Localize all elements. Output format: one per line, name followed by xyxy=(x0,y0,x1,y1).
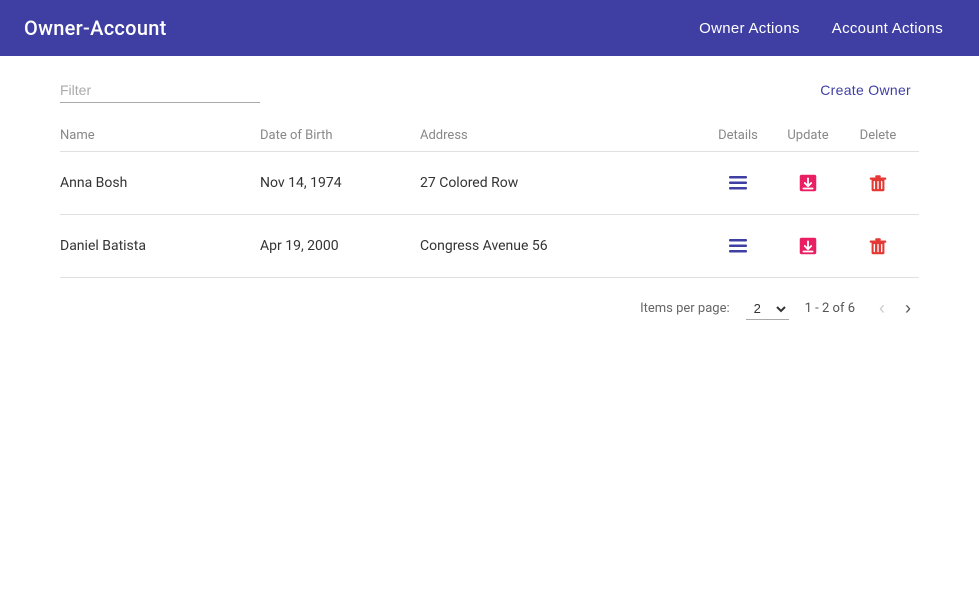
toolbar: Create Owner xyxy=(0,56,979,120)
col-header-dob: Date of Birth xyxy=(260,120,420,152)
header-actions: Owner Actions Account Actions xyxy=(687,12,955,45)
delete-icon xyxy=(867,235,889,257)
app-header: Owner-Account Owner Actions Account Acti… xyxy=(0,0,979,56)
table-row: Daniel Batista Apr 19, 2000 Congress Ave… xyxy=(60,215,919,278)
owners-table: Name Date of Birth Address Details Updat… xyxy=(60,120,919,278)
cell-update xyxy=(779,152,849,215)
details-button[interactable] xyxy=(724,170,752,196)
cell-address: Congress Avenue 56 xyxy=(420,215,709,278)
owners-table-container: Name Date of Birth Address Details Updat… xyxy=(0,120,979,278)
pagination: Items per page: 251025 1 - 2 of 6 ‹ › xyxy=(0,278,979,339)
cell-details xyxy=(709,215,779,278)
cell-dob: Apr 19, 2000 xyxy=(260,215,420,278)
delete-button[interactable] xyxy=(863,168,893,198)
account-actions-button[interactable]: Account Actions xyxy=(820,12,955,45)
cell-name: Daniel Batista xyxy=(60,215,260,278)
pagination-nav: ‹ › xyxy=(871,294,919,323)
main-content: Create Owner Name Date of Birth Address … xyxy=(0,56,979,616)
table-row: Anna Bosh Nov 14, 1974 27 Colored Row xyxy=(60,152,919,215)
details-icon xyxy=(728,237,748,255)
pagination-range: 1 - 2 of 6 xyxy=(805,301,855,316)
pagination-next-button[interactable]: › xyxy=(897,294,919,323)
update-icon xyxy=(797,172,819,194)
details-button[interactable] xyxy=(724,233,752,259)
delete-icon xyxy=(867,172,889,194)
cell-dob: Nov 14, 1974 xyxy=(260,152,420,215)
cell-update xyxy=(779,215,849,278)
app-title: Owner-Account xyxy=(24,16,167,40)
pagination-prev-button[interactable]: ‹ xyxy=(871,294,893,323)
update-button[interactable] xyxy=(793,231,823,261)
col-header-name: Name xyxy=(60,120,260,152)
update-icon xyxy=(797,235,819,257)
col-header-update: Update xyxy=(779,120,849,152)
create-owner-button[interactable]: Create Owner xyxy=(812,76,919,104)
col-header-details: Details xyxy=(709,120,779,152)
cell-details xyxy=(709,152,779,215)
filter-input[interactable] xyxy=(60,78,260,103)
items-per-page-select[interactable]: 251025 xyxy=(746,298,789,320)
owner-actions-button[interactable]: Owner Actions xyxy=(687,12,812,45)
col-header-address: Address xyxy=(420,120,709,152)
cell-address: 27 Colored Row xyxy=(420,152,709,215)
table-header-row: Name Date of Birth Address Details Updat… xyxy=(60,120,919,152)
cell-delete xyxy=(849,152,919,215)
details-icon xyxy=(728,174,748,192)
col-header-delete: Delete xyxy=(849,120,919,152)
cell-name: Anna Bosh xyxy=(60,152,260,215)
update-button[interactable] xyxy=(793,168,823,198)
cell-delete xyxy=(849,215,919,278)
items-per-page-label: Items per page: xyxy=(640,301,730,316)
delete-button[interactable] xyxy=(863,231,893,261)
